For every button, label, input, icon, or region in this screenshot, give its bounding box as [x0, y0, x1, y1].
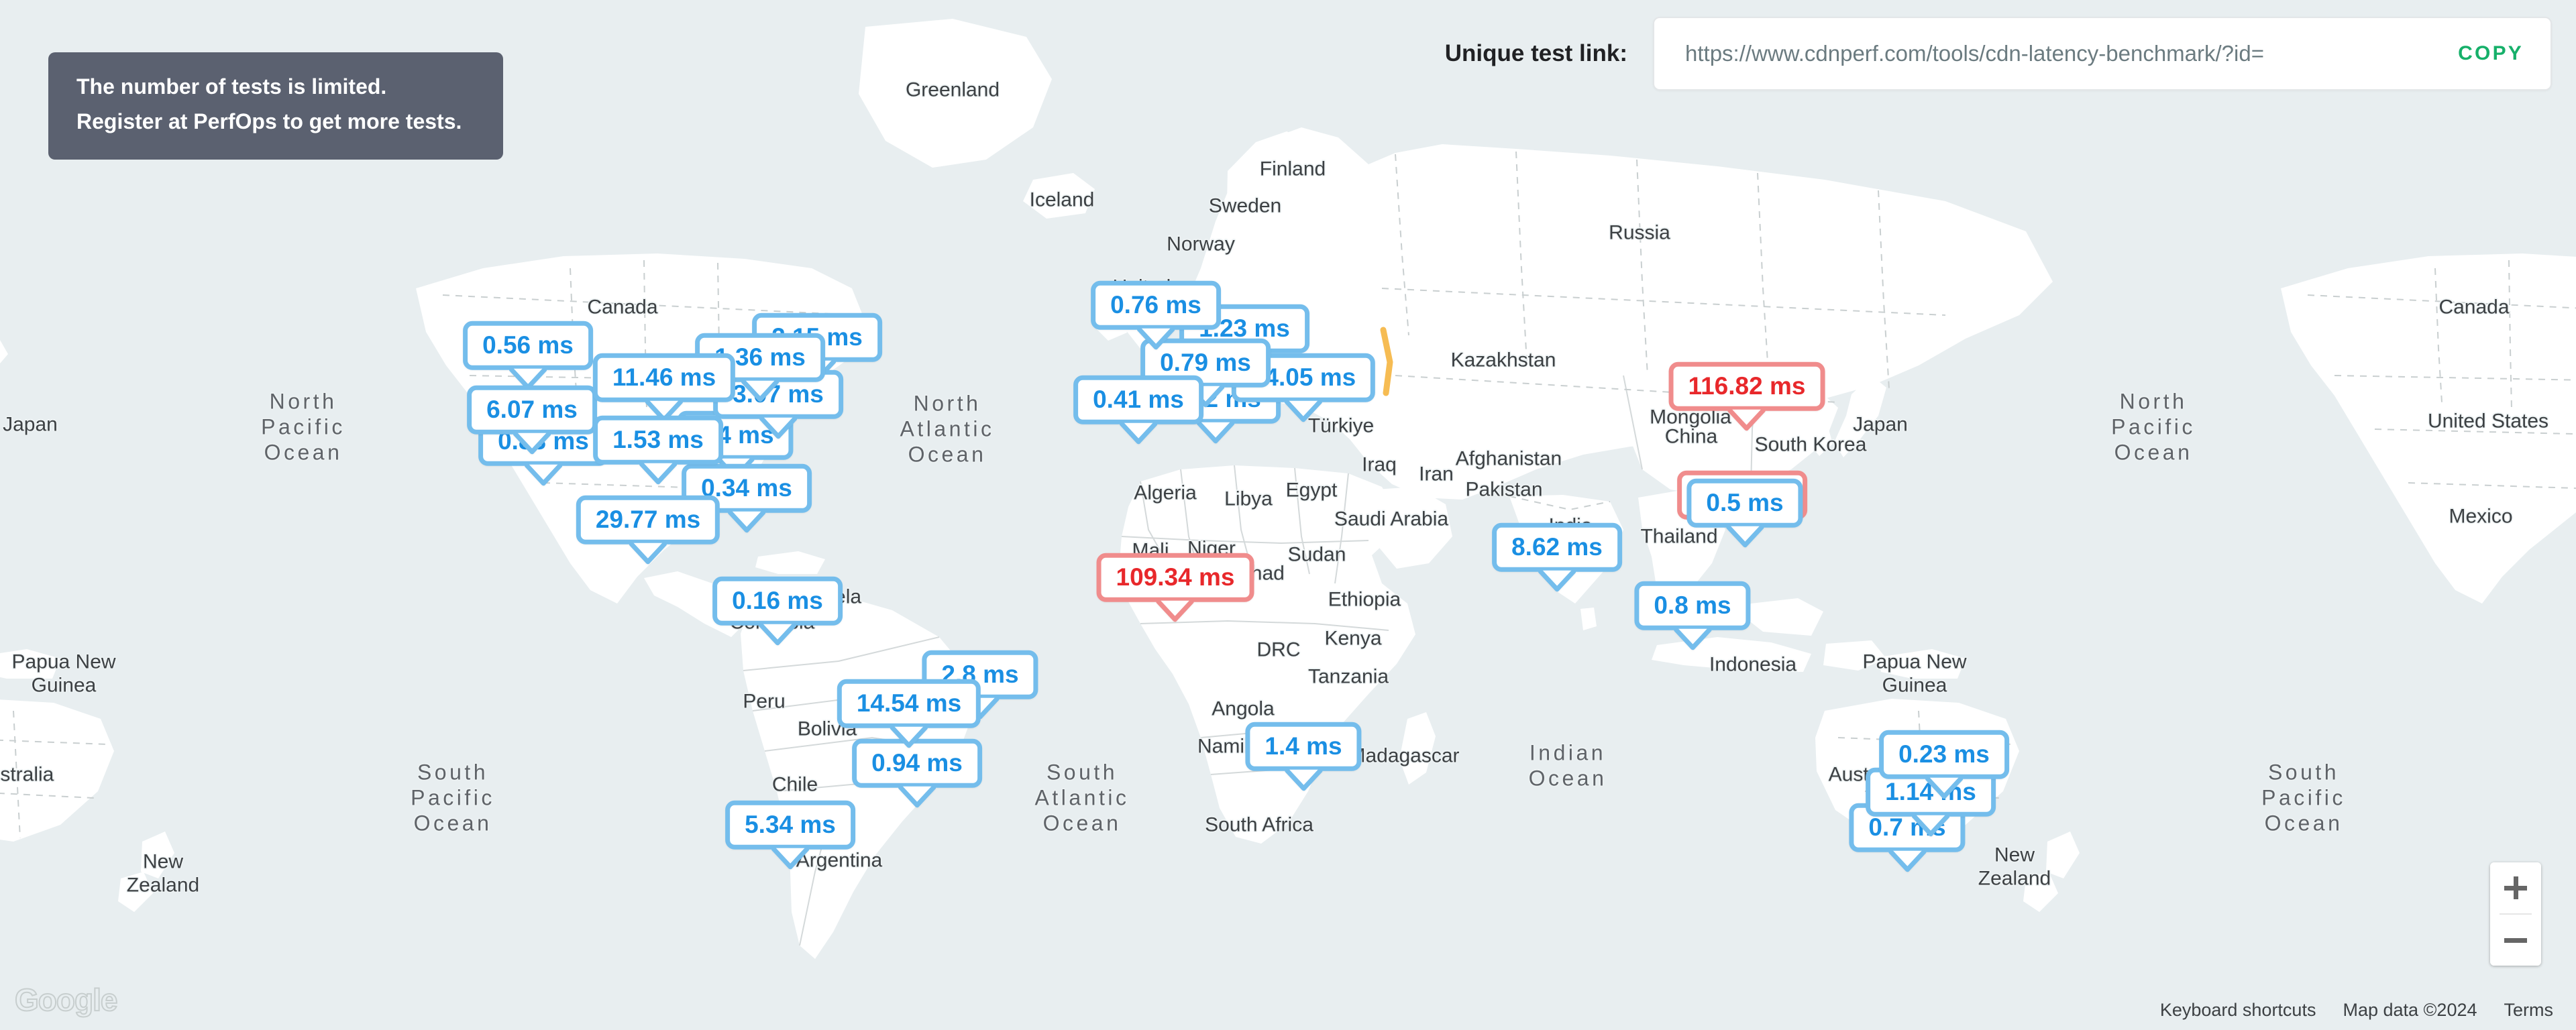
latency-marker[interactable]: 116.82 ms: [1668, 361, 1825, 431]
latency-marker-label: 0.41 ms: [1073, 375, 1203, 424]
latency-marker-tail: [1284, 400, 1322, 422]
latency-marker-label: 1.4 ms: [1245, 722, 1362, 771]
latency-marker-tail: [1888, 850, 1926, 872]
terms-link[interactable]: Terms: [2504, 1000, 2554, 1021]
latency-marker-label: 14.54 ms: [837, 679, 981, 728]
latency-marker[interactable]: 8.62 ms: [1492, 522, 1622, 592]
latency-marker-tail: [1120, 422, 1157, 445]
latency-marker-label: 0.5 ms: [1686, 478, 1803, 528]
latency-marker[interactable]: 0.41 ms: [1073, 375, 1203, 445]
latency-marker-tail: [898, 785, 936, 808]
latency-marker-tail: [728, 510, 765, 533]
latency-marker-tail: [1673, 628, 1711, 650]
unique-test-link-box[interactable]: COPY: [1653, 17, 2552, 91]
google-logo: Google: [14, 982, 118, 1018]
latency-marker-label: 11.46 ms: [592, 353, 736, 402]
latency-marker-label: 0.23 ms: [1879, 730, 2009, 779]
keyboard-shortcuts-link[interactable]: Keyboard shortcuts: [2160, 1000, 2316, 1021]
latency-marker-label: 116.82 ms: [1668, 361, 1825, 411]
minus-icon: [2504, 937, 2527, 943]
zoom-in-button[interactable]: [2490, 862, 2541, 913]
latency-marker[interactable]: 6.07 ms: [467, 385, 597, 455]
latency-marker-tail: [1912, 814, 1949, 837]
latency-marker-tail: [525, 463, 562, 486]
latency-marker-tail: [890, 726, 928, 748]
copy-link-button[interactable]: COPY: [2439, 36, 2528, 72]
latency-marker-tail: [1725, 525, 1764, 548]
latency-marker-label: 109.34 ms: [1096, 553, 1254, 602]
notice-line-1: The number of tests is limited.: [76, 74, 387, 99]
latency-marker-tail: [741, 380, 779, 402]
latency-marker[interactable]: 1.4 ms: [1245, 722, 1362, 791]
limited-tests-notice: The number of tests is limited. Register…: [48, 52, 503, 160]
latency-marker[interactable]: 11.46 ms: [592, 353, 736, 422]
latency-marker[interactable]: 0.8 ms: [1634, 581, 1751, 650]
unique-test-link-input[interactable]: [1685, 41, 2440, 66]
latency-marker[interactable]: 0.5 ms: [1686, 478, 1803, 548]
latency-marker-tail: [639, 462, 677, 485]
latency-marker[interactable]: 0.56 ms: [463, 321, 593, 390]
latency-marker[interactable]: 1.53 ms: [593, 415, 723, 485]
latency-marker[interactable]: 0.76 ms: [1091, 280, 1221, 350]
latency-marker-label: 6.07 ms: [467, 385, 597, 435]
latency-marker-label: 1.53 ms: [593, 415, 723, 465]
latency-marker-label: 5.34 ms: [725, 800, 855, 850]
latency-marker-tail: [1284, 768, 1322, 791]
unique-test-link-bar: Unique test link: COPY: [1445, 0, 2576, 107]
zoom-out-button[interactable]: [2490, 915, 2541, 966]
map-attribution: Keyboard shortcuts Map data ©2024 Terms: [2160, 1000, 2553, 1021]
latency-marker[interactable]: 0.23 ms: [1879, 730, 2009, 799]
plus-icon: [2504, 876, 2527, 899]
map-data-copyright: Map data ©2024: [2343, 1000, 2477, 1020]
latency-marker[interactable]: 14.54 ms: [837, 679, 981, 748]
latency-marker-tail: [629, 542, 667, 565]
latency-marker-tail: [1538, 569, 1576, 592]
latency-marker-tail: [771, 847, 809, 870]
latency-marker-label: 8.62 ms: [1492, 522, 1622, 572]
map-zoom-controls[interactable]: [2490, 862, 2541, 966]
latency-marker-tail: [759, 416, 797, 439]
latency-marker[interactable]: 5.34 ms: [725, 800, 855, 870]
latency-marker-tail: [1925, 777, 1963, 799]
latency-marker[interactable]: 109.34 ms: [1096, 553, 1254, 622]
latency-marker-tail: [759, 623, 796, 646]
latency-marker-tail: [1197, 421, 1234, 444]
latency-marker-label: 0.16 ms: [712, 576, 843, 626]
latency-marker[interactable]: 0.16 ms: [712, 576, 843, 646]
latency-marker[interactable]: 29.77 ms: [576, 495, 720, 565]
unique-test-link-label: Unique test link:: [1444, 40, 1627, 66]
latency-marker-label: 0.56 ms: [463, 321, 593, 370]
notice-line-2: Register at PerfOps to get more tests.: [76, 109, 462, 133]
latency-marker-tail: [1137, 327, 1175, 350]
latency-marker-tail: [1157, 599, 1194, 622]
latency-marker-label: 0.76 ms: [1091, 280, 1221, 330]
latency-marker-tail: [513, 432, 551, 455]
latency-marker-label: 29.77 ms: [576, 495, 720, 545]
cdn-latency-benchmark-map-page: .land { fill:#ffffff; } .land-dim { fill…: [0, 0, 2576, 1030]
latency-marker-tail: [1727, 408, 1766, 431]
latency-marker-label: 0.8 ms: [1634, 581, 1751, 630]
